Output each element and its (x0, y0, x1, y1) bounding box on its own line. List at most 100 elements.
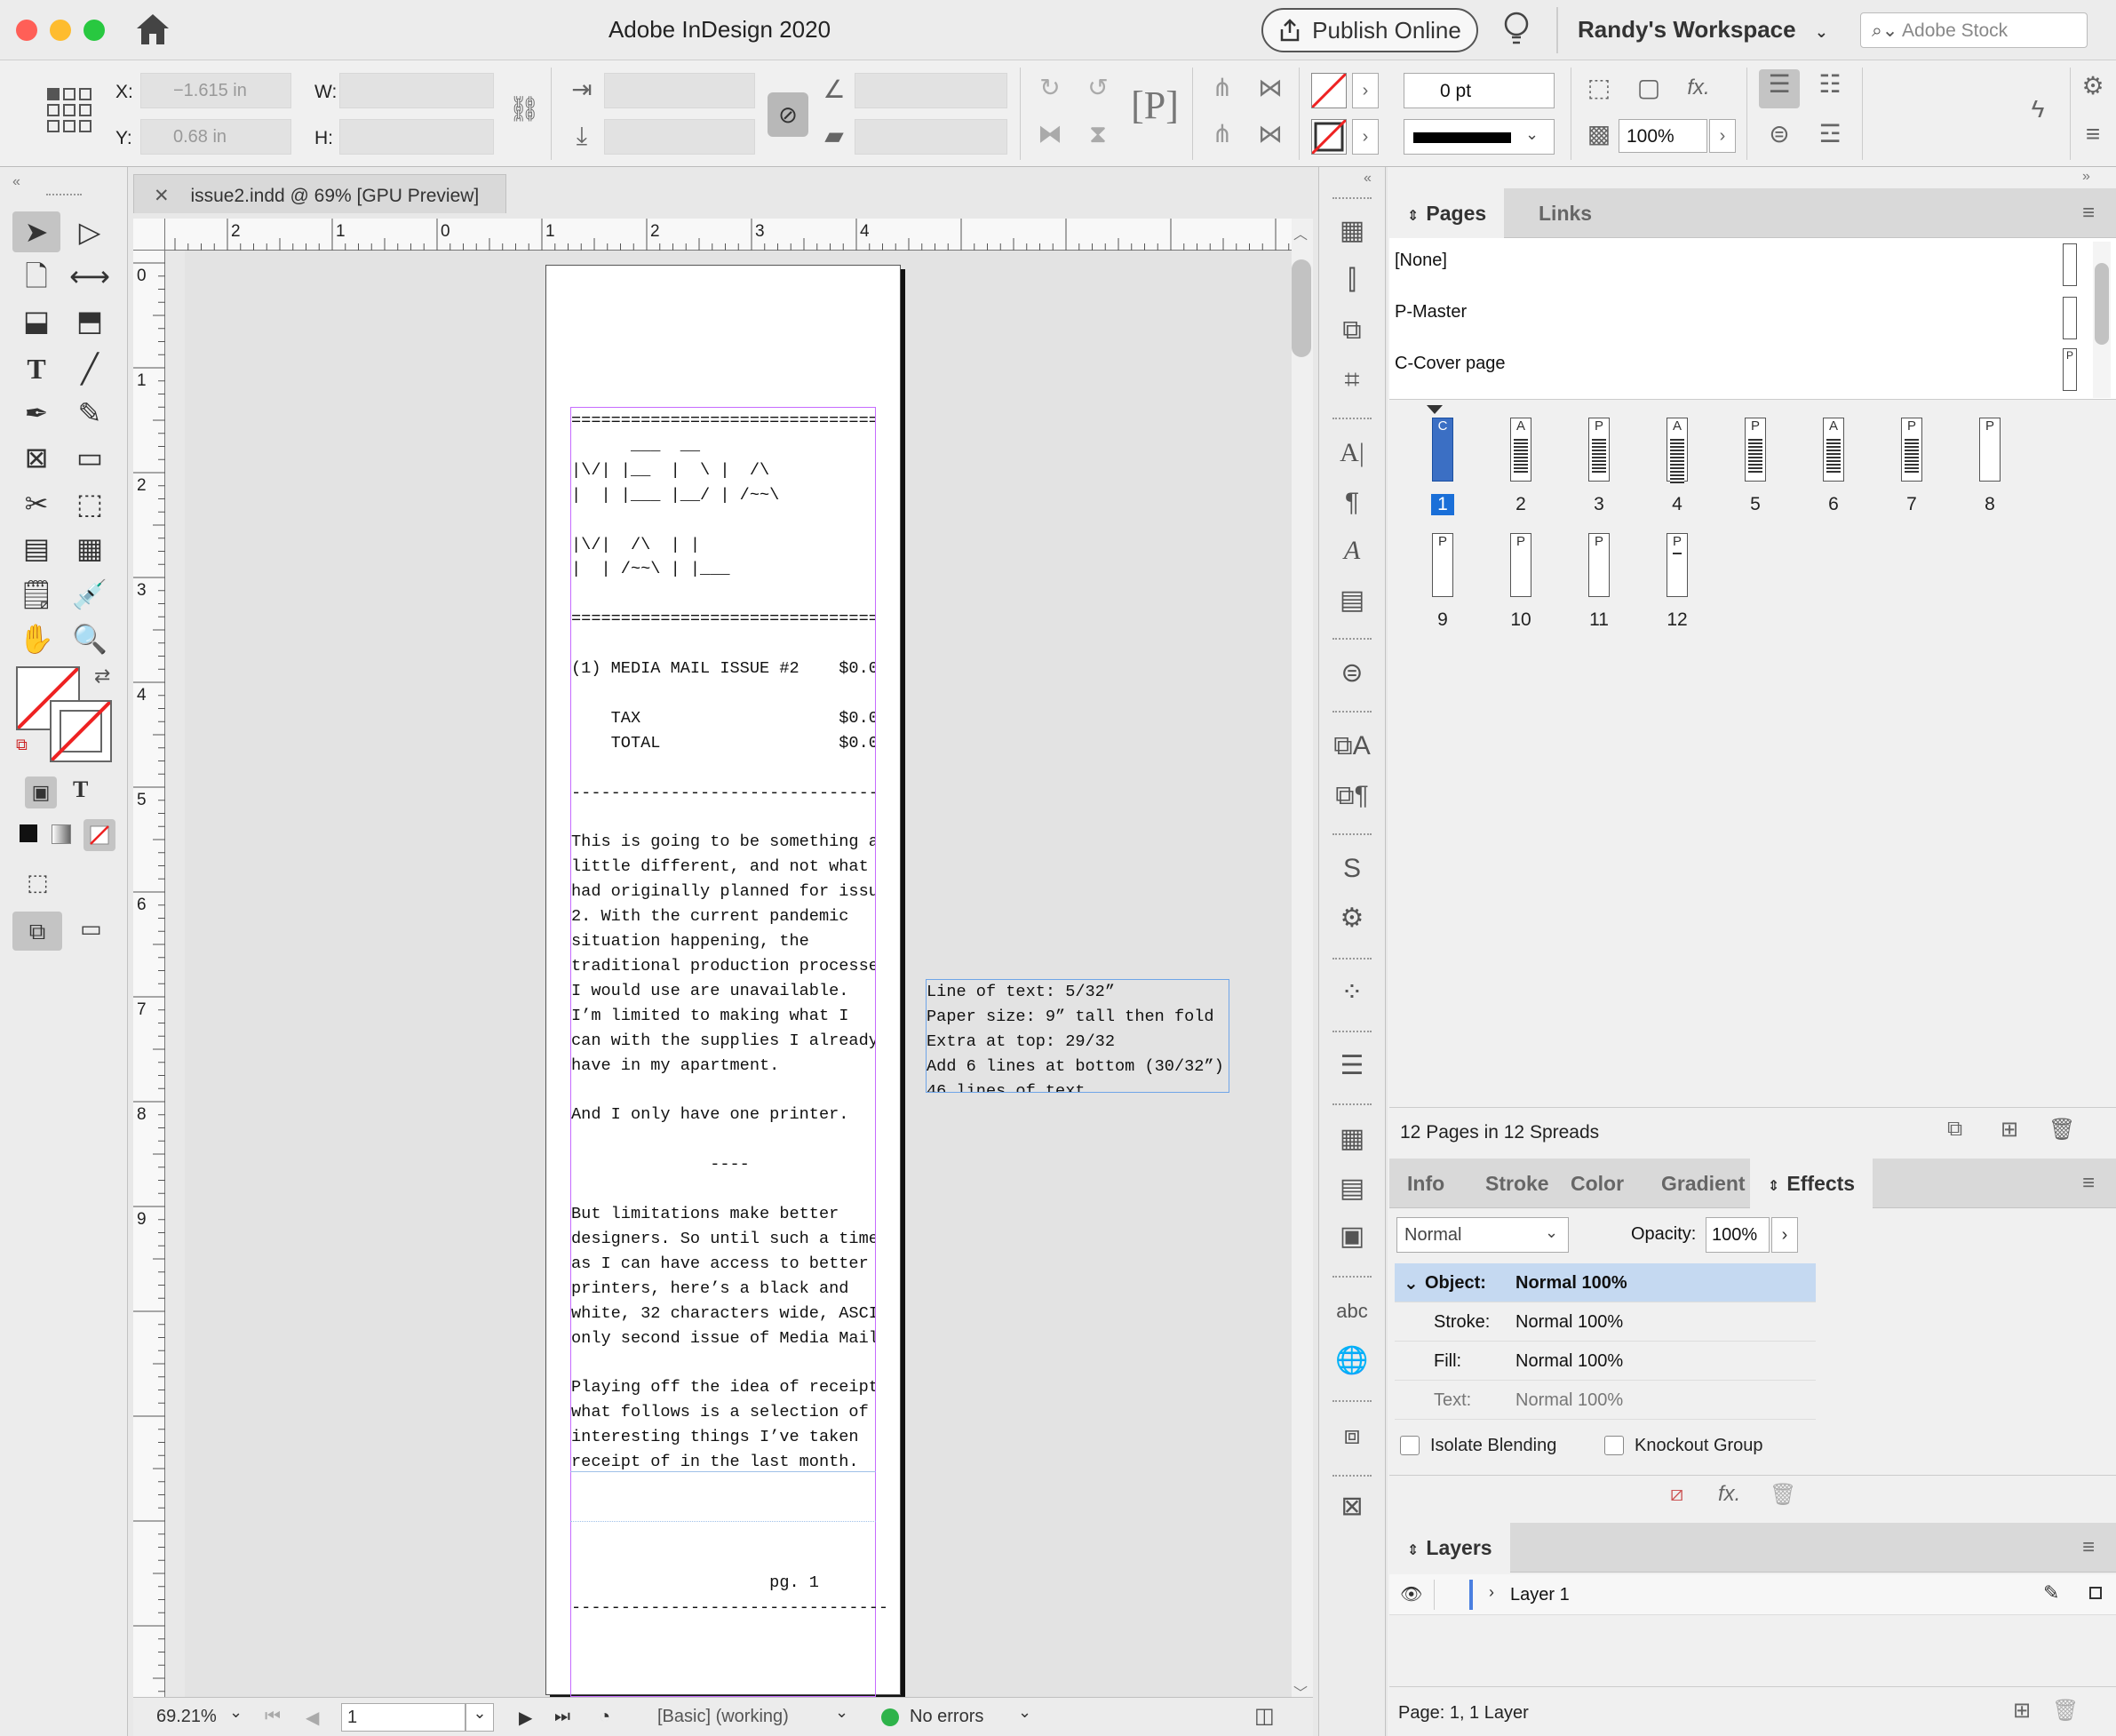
page-thumbnail-2[interactable]: A2 (1501, 418, 1540, 524)
free-transform-tool[interactable]: ⬚ (66, 483, 114, 524)
tab-layers[interactable]: ⇕ Layers (1389, 1523, 1510, 1573)
x-field[interactable]: −1.615 in (140, 73, 291, 108)
direct-selection-tool[interactable]: ▷ (66, 211, 114, 252)
text-frame-options-icon[interactable]: ▤ (1329, 581, 1375, 620)
effects-row-object[interactable]: ⌄ Object: Normal 100% (1395, 1263, 1816, 1302)
flip-vertical-icon[interactable]: ⧗ (1080, 119, 1116, 149)
chevron-down-icon[interactable]: ⌄ (229, 1703, 243, 1722)
type-tool[interactable]: T (12, 348, 60, 389)
scale-y-field[interactable] (604, 119, 755, 155)
tab-effects[interactable]: ⇕ Effects (1750, 1159, 1873, 1208)
first-page-icon[interactable]: ⏮ (265, 1707, 281, 1727)
close-tab-icon[interactable]: ✕ (154, 186, 170, 206)
tab-stroke[interactable]: Stroke (1468, 1159, 1567, 1208)
horizontal-ruler[interactable]: 2 1 0 1 2 3 4 (133, 219, 1293, 251)
panel-menu-icon[interactable]: ≡ (2075, 119, 2111, 149)
master-thumbnail[interactable] (2063, 243, 2077, 286)
scale-x-icon[interactable]: ⇥ (567, 75, 597, 105)
page-thumbnail-10[interactable]: P 10 (1501, 533, 1540, 640)
page-number-field[interactable]: 1 (341, 1703, 465, 1732)
formatting-text-icon[interactable]: T (73, 776, 88, 803)
stroke-weight-field[interactable]: 0 pt (1404, 73, 1555, 108)
pages-panel-icon[interactable]: ▦ (1329, 211, 1375, 251)
collapse-toolbox-icon[interactable]: « (12, 174, 20, 190)
fill-swatch[interactable] (1310, 72, 1348, 109)
frame-fitting-icon[interactable]: ⬚ (1581, 73, 1617, 103)
isolate-blending-checkbox[interactable] (1400, 1436, 1420, 1455)
stroke-type-dropdown[interactable]: ⌄ (1404, 119, 1555, 155)
pathfinder-panel-icon[interactable]: ⧉ (1329, 311, 1375, 350)
rotation-field[interactable] (855, 73, 1007, 108)
vertical-ruler[interactable]: 0 1 2 3 4 5 6 7 8 9 (133, 251, 165, 1697)
text-align-panel-icon[interactable]: ☰ (1329, 1047, 1375, 1086)
fx-icon[interactable]: fx. (1718, 1482, 1740, 1507)
select-next-icon[interactable]: ⋈ (1253, 119, 1288, 149)
h-field[interactable] (339, 119, 494, 155)
w-field[interactable] (339, 73, 494, 108)
link-scale-icon[interactable]: ⊘ (768, 92, 808, 137)
glyphs-panel-icon[interactable]: A (1329, 531, 1375, 570)
ruler-origin[interactable] (133, 219, 165, 251)
apply-gradient-icon[interactable] (52, 824, 71, 844)
page-thumbnail-5[interactable]: P5 (1736, 418, 1775, 524)
last-page-icon[interactable]: ⏭ (554, 1707, 570, 1727)
tab-color[interactable]: Color (1553, 1159, 1642, 1208)
master-c[interactable]: C-Cover page (1395, 354, 1506, 374)
edit-page-size-icon[interactable]: ⧉ (1947, 1117, 1962, 1142)
vertical-scrollbar[interactable] (1292, 219, 1313, 1697)
drop-shadow-icon[interactable]: ▢ (1631, 73, 1667, 103)
page-menu-button[interactable]: ⌄ (465, 1703, 494, 1732)
master-none[interactable]: [None] (1395, 251, 1447, 271)
scrollbar-thumb[interactable] (2095, 263, 2109, 345)
swap-colors-icon[interactable]: ⇄ (94, 665, 110, 688)
pen-tool[interactable]: ✒ (12, 393, 60, 434)
new-layer-icon[interactable]: ⊞ (2013, 1698, 2031, 1724)
gap-tool[interactable]: ⟷ (66, 256, 114, 297)
text-wrap-jump-icon[interactable]: ☲ (1810, 119, 1850, 149)
blend-mode-dropdown[interactable]: Normal ⌄ (1396, 1217, 1569, 1253)
page-thumbnail-7[interactable]: P7 (1892, 418, 1931, 524)
panel-menu-icon[interactable]: ≡ (2082, 1171, 2095, 1196)
spell-check-icon[interactable]: abc (1329, 1292, 1375, 1331)
zoom-tool[interactable]: 🔍 (66, 618, 114, 659)
tab-links[interactable]: Links (1521, 188, 1610, 238)
data-merge-icon[interactable]: ⊠ (1329, 1487, 1375, 1526)
apply-color-icon[interactable] (20, 824, 37, 842)
note-text-frame[interactable]: Line of text: 5/32” Paper size: 9” tall … (926, 979, 1229, 1093)
effects-opacity-field[interactable]: 100% (1706, 1217, 1770, 1253)
eyedropper-tool[interactable]: 💉 (66, 574, 114, 615)
cell-styles-icon[interactable]: ▣ (1329, 1217, 1375, 1256)
selection-indicator-icon[interactable] (2089, 1587, 2102, 1599)
page-thumbnail-12[interactable]: P 12 (1658, 533, 1697, 640)
gradient-feather-tool[interactable]: ▦ (66, 528, 114, 569)
text-wrap-shape-icon[interactable]: ⊜ (1759, 119, 1800, 149)
effects-row-stroke[interactable]: Stroke: Normal 100% (1395, 1302, 1816, 1342)
transform-panel-icon[interactable]: ⌗ (1329, 361, 1375, 400)
panel-menu-icon[interactable]: ≡ (2082, 1535, 2095, 1560)
formatting-container-icon[interactable]: ▣ (25, 776, 57, 808)
trash-icon[interactable]: 🗑 (1770, 1482, 1796, 1508)
y-field[interactable]: 0.68 in (140, 119, 291, 155)
align-panel-icon[interactable]: ⫿ (1329, 261, 1375, 300)
page-thumbnail-6[interactable]: A6 (1814, 418, 1853, 524)
document-tab[interactable]: ✕ issue2.indd @ 69% [GPU Preview] (133, 174, 506, 213)
clear-effects-icon[interactable]: ⧄ (1670, 1482, 1683, 1507)
trash-icon[interactable]: 🗑 (2052, 1698, 2079, 1724)
default-colors-icon[interactable]: ⧉ (16, 736, 28, 754)
paragraph-panel-icon[interactable]: ¶ (1329, 483, 1375, 522)
rotate-angle-icon[interactable]: ∠ (819, 75, 849, 105)
page-thumbnail-8[interactable]: P8 (1970, 418, 2009, 524)
paragraph-styles-icon[interactable]: ⧉¶ (1329, 776, 1375, 816)
text-wrap-panel-icon[interactable]: ⊜ (1329, 654, 1375, 693)
new-page-icon[interactable]: ⊞ (2001, 1117, 2018, 1143)
collapse-panels-icon[interactable]: « (1364, 171, 1372, 187)
gradient-swatch-tool[interactable]: ▤ (12, 528, 60, 569)
next-page-icon[interactable]: ▶ (519, 1707, 532, 1729)
quick-apply-icon[interactable]: ϟ (2020, 94, 2056, 124)
scripts-panel-icon[interactable]: ⚙ (1329, 899, 1375, 938)
text-wrap-bounding-icon[interactable]: ☷ (1810, 69, 1850, 100)
page-thumbnail-9[interactable]: P9 (1423, 533, 1462, 640)
pencil-tool[interactable]: ✎ (66, 393, 114, 434)
chevron-down-icon[interactable]: ⌄ (835, 1703, 848, 1722)
text-wrap-none-icon[interactable]: ☰ (1759, 69, 1800, 108)
